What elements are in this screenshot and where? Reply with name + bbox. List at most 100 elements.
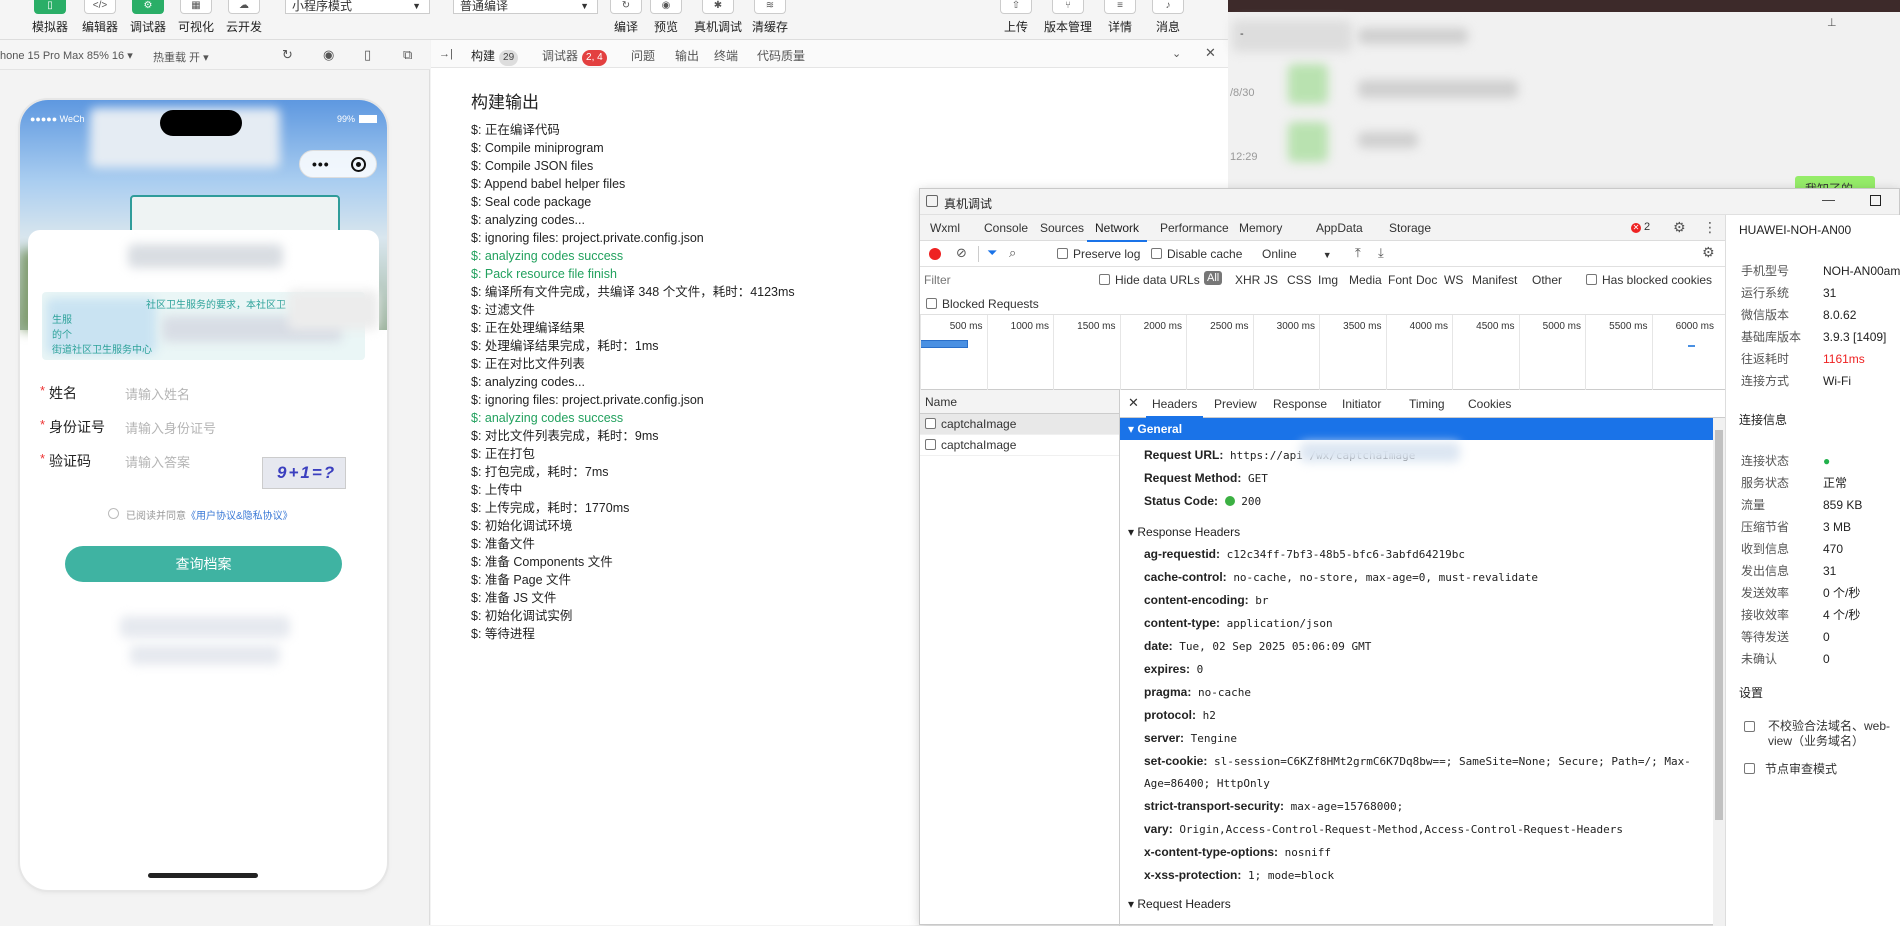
type-filter-all[interactable]: All: [1204, 271, 1223, 285]
response-headers-section-header[interactable]: ▾ Response Headers: [1120, 521, 1713, 543]
devtools-tab-console[interactable]: Console: [984, 221, 1028, 235]
hide-data-urls-checkbox[interactable]: Hide data URLs: [1099, 273, 1200, 287]
mode-select[interactable]: 小程序模式 ▼: [285, 0, 430, 14]
type-filter-manifest[interactable]: Manifest: [1472, 273, 1517, 287]
name-field[interactable]: * 姓名 请输入姓名: [40, 379, 360, 407]
tab-output[interactable]: 输出: [675, 47, 699, 64]
devtools-tab-wxml[interactable]: Wxml: [930, 221, 960, 235]
record-icon[interactable]: [929, 248, 941, 260]
cloud-icon: ☁: [228, 0, 260, 14]
chevron-down-icon[interactable]: ⌄: [1172, 47, 1181, 60]
type-filter-font[interactable]: Font: [1388, 273, 1412, 287]
skip-domain-check-setting[interactable]: 不校验合法域名、web-view（业务域名）: [1744, 719, 1894, 749]
captcha-input[interactable]: 请输入答案: [125, 452, 190, 471]
captcha-image[interactable]: 9+1=?: [262, 457, 346, 489]
tab-terminal[interactable]: 终端: [714, 47, 738, 64]
name-column-header[interactable]: Name: [920, 390, 1119, 414]
devtools-tab-storage[interactable]: Storage: [1389, 221, 1431, 235]
more-vertical-icon[interactable]: ⋮: [1703, 219, 1717, 236]
type-filter-js[interactable]: JS: [1264, 273, 1278, 287]
type-filter-xhr[interactable]: XHR: [1235, 273, 1260, 287]
minimize-icon[interactable]: —: [1822, 192, 1835, 207]
idcard-field[interactable]: * 身份证号 请输入身份证号: [40, 413, 360, 441]
type-filter-ws[interactable]: WS: [1444, 273, 1463, 287]
upload-button[interactable]: ⇧ 上传: [986, 0, 1046, 35]
devtools-tab-memory[interactable]: Memory: [1239, 221, 1282, 235]
blocked-requests-checkbox[interactable]: Blocked Requests: [926, 297, 1039, 311]
reload-icon[interactable]: ↻: [282, 47, 293, 63]
simulator-toolbar: hone 15 Pro Max 85% 16 ▾ 热重载 开 ▾ ↻ ◉ ▯ ⧉: [0, 40, 430, 70]
build-log-line: $: 处理编译结果完成，耗时：1ms: [471, 339, 659, 353]
capsule-menu[interactable]: •••: [299, 150, 377, 178]
gear-icon[interactable]: ⚙: [1702, 244, 1715, 261]
cloud-dev-button[interactable]: ☁ 云开发: [214, 0, 274, 35]
type-filter-other[interactable]: Other: [1532, 273, 1562, 287]
agreement-link[interactable]: 《用户协议&隐私协议》: [186, 511, 293, 522]
tab-code-quality[interactable]: 代码质量: [757, 47, 805, 64]
preserve-log-checkbox[interactable]: Preserve log: [1057, 247, 1140, 261]
network-timeline[interactable]: 500 ms 1000 ms 1500 ms 2000 ms 2500 ms 3000 m…: [920, 315, 1725, 390]
close-capsule-icon[interactable]: [351, 157, 366, 172]
query-button[interactable]: 查询档案: [65, 546, 342, 582]
tab-initiator[interactable]: Initiator: [1342, 397, 1381, 411]
has-blocked-cookies-checkbox[interactable]: Has blocked cookies: [1586, 273, 1712, 287]
stop-icon[interactable]: ◉: [323, 47, 334, 63]
devtools-tab-performance[interactable]: Performance: [1160, 221, 1229, 235]
preview-button[interactable]: ◉ 预览: [636, 0, 696, 35]
node-inspect-setting[interactable]: 节点审查模式: [1744, 760, 1837, 777]
pin-icon[interactable]: ⊥: [1827, 16, 1837, 29]
request-headers-section-header[interactable]: ▾ Request Headers: [1120, 893, 1713, 915]
filter-icon[interactable]: ⏷: [987, 245, 997, 261]
response-header-row: x-content-type-options: nosniff: [1144, 845, 1331, 859]
agree-radio[interactable]: [108, 508, 119, 519]
error-counter[interactable]: ✕ 2: [1631, 221, 1650, 233]
tab-debugger[interactable]: 调试器 2, 4: [542, 47, 607, 66]
search-icon[interactable]: ⌕: [1009, 245, 1016, 261]
disable-cache-checkbox[interactable]: Disable cache: [1151, 247, 1242, 261]
import-icon[interactable]: ⤒: [1355, 245, 1361, 261]
tab-response[interactable]: Response: [1273, 397, 1327, 411]
idcard-input[interactable]: 请输入身份证号: [125, 418, 216, 437]
collapse-icon[interactable]: →|: [439, 48, 453, 60]
general-section-header[interactable]: ▾ General: [1120, 418, 1713, 440]
export-icon[interactable]: ⤓: [1378, 245, 1384, 261]
messages-button[interactable]: ♪ 消息: [1138, 0, 1198, 35]
throttle-select[interactable]: Online ▼: [1262, 247, 1332, 261]
phone-preview-icon[interactable]: ▯: [364, 47, 371, 63]
devtools-tab-sources[interactable]: Sources: [1040, 221, 1084, 235]
tab-preview[interactable]: Preview: [1214, 397, 1257, 411]
devtools-tab-appdata[interactable]: AppData: [1316, 221, 1363, 235]
request-row[interactable]: captchaImage: [920, 435, 1119, 456]
tab-headers[interactable]: Headers: [1145, 397, 1204, 418]
window-icon[interactable]: ⧉: [403, 47, 412, 63]
filter-input[interactable]: [924, 271, 1089, 289]
name-input[interactable]: 请输入姓名: [125, 384, 190, 403]
version-button[interactable]: ⑂ 版本管理: [1038, 0, 1098, 35]
remote-debug-button[interactable]: ✱ 真机调试: [688, 0, 748, 35]
clear-icon[interactable]: ⊘: [956, 245, 967, 261]
layers-icon: ≋: [754, 0, 786, 14]
maximize-icon[interactable]: [1870, 195, 1881, 206]
compile-select[interactable]: 普通编译 ▼: [453, 0, 598, 14]
request-row[interactable]: captchaImage: [920, 414, 1119, 435]
close-icon[interactable]: ✕: [1205, 45, 1216, 61]
tab-timing[interactable]: Timing: [1409, 397, 1445, 411]
more-icon[interactable]: •••: [312, 156, 330, 172]
type-filter-img[interactable]: Img: [1318, 273, 1338, 287]
connection-info-row: 接收效率 4 个/秒: [1741, 608, 1861, 622]
build-log-line: $: 上传中: [471, 483, 523, 497]
gear-icon[interactable]: ⚙: [1673, 219, 1686, 236]
clear-cache-button[interactable]: ≋ 清缓存: [740, 0, 800, 35]
build-log-line: $: analyzing codes success: [471, 411, 624, 425]
hotreload-select[interactable]: 热重载 开 ▾: [153, 49, 209, 65]
tab-cookies[interactable]: Cookies: [1468, 397, 1511, 411]
close-details-icon[interactable]: ✕: [1128, 395, 1139, 411]
tab-build[interactable]: 构建 29: [471, 47, 519, 66]
devtools-tab-network[interactable]: Network: [1086, 221, 1148, 242]
type-filter-css[interactable]: CSS: [1287, 273, 1312, 287]
tab-problems[interactable]: 问题: [631, 47, 655, 64]
type-filter-media[interactable]: Media: [1349, 273, 1382, 287]
device-select[interactable]: hone 15 Pro Max 85% 16 ▾: [0, 49, 133, 62]
details-scrollbar[interactable]: [1713, 418, 1725, 926]
type-filter-doc[interactable]: Doc: [1416, 273, 1437, 287]
